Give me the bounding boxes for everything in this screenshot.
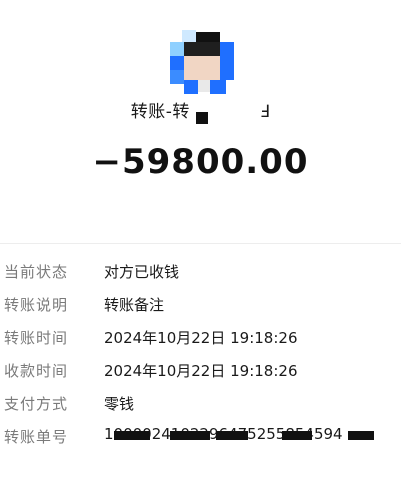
transfer-time-label: 转账时间 (4, 329, 69, 347)
transfer-number-label: 转账单号 (4, 428, 69, 446)
detail-row-transfer-number: 转账单号 1000024102296475255854594 (0, 423, 401, 483)
receive-time-value: 2024年10月22日 19:18:26 (104, 362, 298, 380)
status-label: 当前状态 (4, 263, 69, 281)
redaction-bar (170, 431, 210, 440)
transfer-title: 转账-转 Ⅎ (0, 100, 401, 124)
note-value: 转账备注 (104, 296, 165, 314)
payment-method-value: 零钱 (104, 395, 135, 413)
details-list: 当前状态 对方已收钱 转账说明 转账备注 转账时间 2024年10月22日 19… (0, 258, 401, 483)
payment-method-label: 支付方式 (4, 395, 69, 413)
receive-time-label: 收款时间 (4, 362, 69, 380)
redaction-bar (114, 431, 150, 440)
detail-row-payment-method: 支付方式 零钱 (0, 390, 401, 423)
avatar-icon (168, 28, 236, 96)
detail-row-status: 当前状态 对方已收钱 (0, 258, 401, 291)
redaction-bar (282, 431, 312, 440)
redaction-bar (348, 431, 374, 440)
detail-row-transfer-time: 转账时间 2024年10月22日 19:18:26 (0, 324, 401, 357)
redacted-name (190, 100, 260, 124)
redaction-bar (216, 431, 248, 440)
detail-row-note: 转账说明 转账备注 (0, 291, 401, 324)
title-prefix: 转账-转 (130, 102, 190, 122)
detail-row-receive-time: 收款时间 2024年10月22日 19:18:26 (0, 357, 401, 390)
divider (0, 243, 401, 244)
title-suffix: Ⅎ (259, 102, 271, 122)
status-value: 对方已收钱 (104, 263, 180, 281)
transfer-amount: −59800.00 (92, 142, 309, 182)
note-label: 转账说明 (4, 296, 69, 314)
transfer-time-value: 2024年10月22日 19:18:26 (104, 329, 298, 347)
